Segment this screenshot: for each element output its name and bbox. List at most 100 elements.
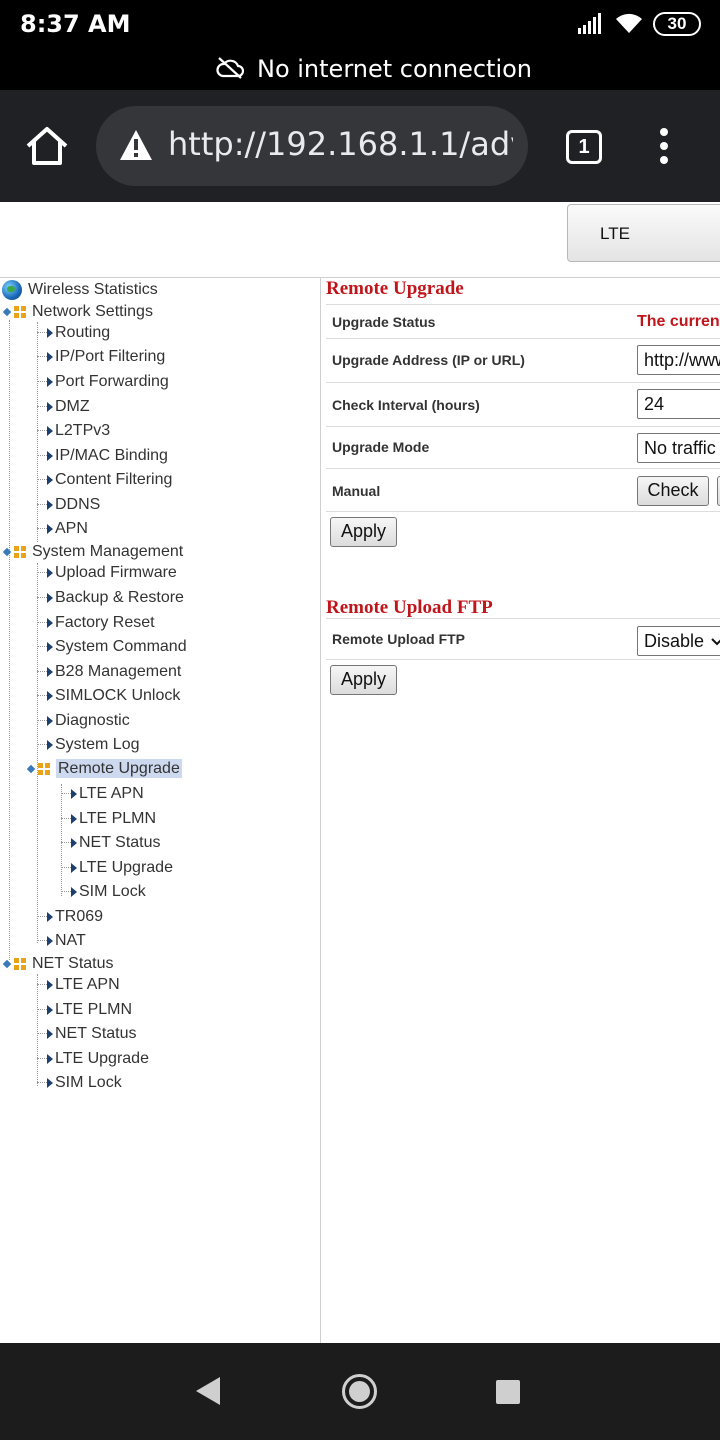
apply-button[interactable]: Apply: [330, 517, 397, 547]
arrow-icon: [47, 474, 53, 485]
sidebar-item-lte-plmn[interactable]: LTE PLMN: [61, 809, 156, 831]
tab-lte[interactable]: LTE: [567, 204, 720, 262]
check-button[interactable]: Check: [637, 476, 709, 506]
arrow-icon: [47, 1028, 53, 1039]
sidebar-item-label: LTE APN: [55, 976, 120, 993]
arrow-icon: [47, 715, 53, 726]
sidebar-item-label: SIMLOCK Unlock: [55, 687, 181, 704]
sidebar-item-nat[interactable]: NAT: [37, 931, 86, 953]
upgrade-mode-select[interactable]: No traffic: [637, 433, 720, 463]
cloud-off-icon: [216, 57, 244, 79]
arrow-icon: [47, 935, 53, 946]
signal-icon: [578, 13, 601, 34]
tab-switcher-button[interactable]: 1: [566, 130, 602, 164]
wifi-icon: [616, 13, 642, 33]
sidebar-item-ip-mac-binding[interactable]: IP/MAC Binding: [37, 446, 168, 468]
sidebar-item-lte-upgrade[interactable]: LTE Upgrade: [37, 1049, 149, 1071]
sidebar-item-label: NET Status: [55, 1025, 137, 1042]
sidebar-item-wireless-statistics[interactable]: Wireless Statistics: [2, 280, 158, 300]
home-button-icon[interactable]: [342, 1374, 377, 1409]
sidebar-item-label: LTE PLMN: [79, 810, 157, 827]
sidebar-folder-system-management[interactable]: System Management: [2, 543, 183, 561]
sidebar-item-label: System Management: [32, 543, 184, 560]
sidebar-item-factory-reset[interactable]: Factory Reset: [37, 613, 155, 635]
sidebar-item-net-status[interactable]: NET Status: [37, 1024, 137, 1046]
sidebar-item-content-filtering[interactable]: Content Filtering: [37, 470, 172, 492]
manual-label: Manual: [332, 483, 381, 499]
expand-icon[interactable]: [2, 307, 12, 317]
sidebar-item-lte-apn[interactable]: LTE APN: [61, 784, 144, 806]
arrow-icon: [47, 450, 53, 461]
overflow-menu-icon[interactable]: [652, 128, 676, 168]
sidebar-item-routing[interactable]: Routing: [37, 323, 110, 345]
sidebar-folder-network-settings[interactable]: Network Settings: [2, 303, 153, 321]
sidebar-item-ip-port-filtering[interactable]: IP/Port Filtering: [37, 347, 165, 369]
sidebar-item-apn[interactable]: APN: [37, 519, 88, 541]
ftp-apply-button[interactable]: Apply: [330, 665, 397, 695]
sidebar-item-ddns[interactable]: DDNS: [37, 495, 100, 517]
sidebar-item-tr069[interactable]: TR069: [37, 907, 103, 929]
sidebar-folder-remote-upgrade[interactable]: Remote Upgrade: [26, 759, 182, 778]
sidebar-item-label: Upload Firmware: [55, 564, 177, 581]
arrow-icon: [47, 499, 53, 510]
sidebar-item-label: LTE PLMN: [55, 1001, 133, 1018]
sidebar-item-backup-restore[interactable]: Backup & Restore: [37, 588, 184, 610]
upgrade-status-row: Upgrade Status The current: [326, 304, 720, 338]
sidebar-tree: Wireless Statistics Network Settings Rou…: [0, 278, 321, 1343]
sidebar-item-label: TR069: [55, 908, 104, 925]
expand-icon[interactable]: [2, 547, 12, 557]
chevron-down-icon: [711, 638, 720, 646]
sidebar-item-l2tpv3[interactable]: L2TPv3: [37, 421, 110, 443]
url-text[interactable]: http://192.168.1.1/advanced: [168, 125, 513, 163]
status-bar: 8:37 AM 30: [0, 0, 720, 48]
check-interval-label: Check Interval (hours): [332, 397, 480, 413]
sidebar-item-b28-management[interactable]: B28 Management: [37, 662, 181, 684]
remote-upload-ftp-row: Remote Upload FTP Disable: [326, 618, 720, 660]
folder-icon: [14, 305, 26, 318]
warning-icon[interactable]: [118, 128, 154, 162]
sidebar-item-port-forwarding[interactable]: Port Forwarding: [37, 372, 169, 394]
offline-text: No internet connection: [257, 55, 533, 83]
arrow-icon: [47, 376, 53, 387]
arrow-icon: [47, 690, 53, 701]
sidebar-item-system-log[interactable]: System Log: [37, 735, 139, 757]
tree-connector: [9, 320, 10, 960]
check-interval-row: Check Interval (hours) 24: [326, 382, 720, 426]
back-icon[interactable]: [196, 1377, 220, 1405]
sidebar-item-label: System Command: [55, 638, 187, 655]
arrow-icon: [47, 523, 53, 534]
arrow-icon: [71, 862, 77, 873]
sidebar-item-sim-lock[interactable]: SIM Lock: [61, 882, 146, 904]
sidebar-folder-net-status[interactable]: NET Status: [2, 955, 114, 973]
arrow-icon: [47, 979, 53, 990]
sidebar-item-system-command[interactable]: System Command: [37, 637, 187, 659]
sidebar-item-label: Routing: [55, 324, 111, 341]
sidebar-item-lte-plmn[interactable]: LTE PLMN: [37, 1000, 132, 1022]
home-icon[interactable]: [24, 126, 70, 166]
sidebar-item-lte-upgrade[interactable]: LTE Upgrade: [61, 858, 173, 880]
expand-icon[interactable]: [2, 959, 12, 969]
upgrade-address-row: Upgrade Address (IP or URL) http://www: [326, 338, 720, 382]
recent-apps-icon[interactable]: [496, 1380, 520, 1404]
arrow-icon: [71, 837, 77, 848]
check-interval-input[interactable]: 24: [637, 389, 720, 419]
sidebar-item-net-status[interactable]: NET Status: [61, 833, 161, 855]
sidebar-item-dmz[interactable]: DMZ: [37, 397, 90, 419]
upgrade-address-input[interactable]: http://www: [637, 345, 720, 375]
expand-icon[interactable]: [26, 764, 36, 774]
sidebar-item-label: SIM Lock: [79, 883, 146, 900]
folder-icon: [14, 545, 26, 558]
sidebar-item-sim-lock[interactable]: SIM Lock: [37, 1073, 122, 1095]
battery-icon: 30: [653, 12, 701, 36]
arrow-icon: [47, 592, 53, 603]
sidebar-item-lte-apn[interactable]: LTE APN: [37, 975, 120, 997]
sidebar-item-diagnostic[interactable]: Diagnostic: [37, 711, 130, 733]
system-nav-bar: [0, 1343, 720, 1440]
sidebar-item-label: Diagnostic: [55, 712, 130, 729]
sidebar-item-simlock-unlock[interactable]: SIMLOCK Unlock: [37, 686, 180, 708]
browser-toolbar: http://192.168.1.1/advanced 1: [0, 90, 720, 202]
sidebar-item-upload-firmware[interactable]: Upload Firmware: [37, 563, 177, 585]
sidebar-item-label: LTE Upgrade: [55, 1050, 149, 1067]
remote-upload-ftp-select[interactable]: Disable: [637, 626, 720, 656]
address-bar[interactable]: http://192.168.1.1/advanced: [96, 106, 528, 186]
